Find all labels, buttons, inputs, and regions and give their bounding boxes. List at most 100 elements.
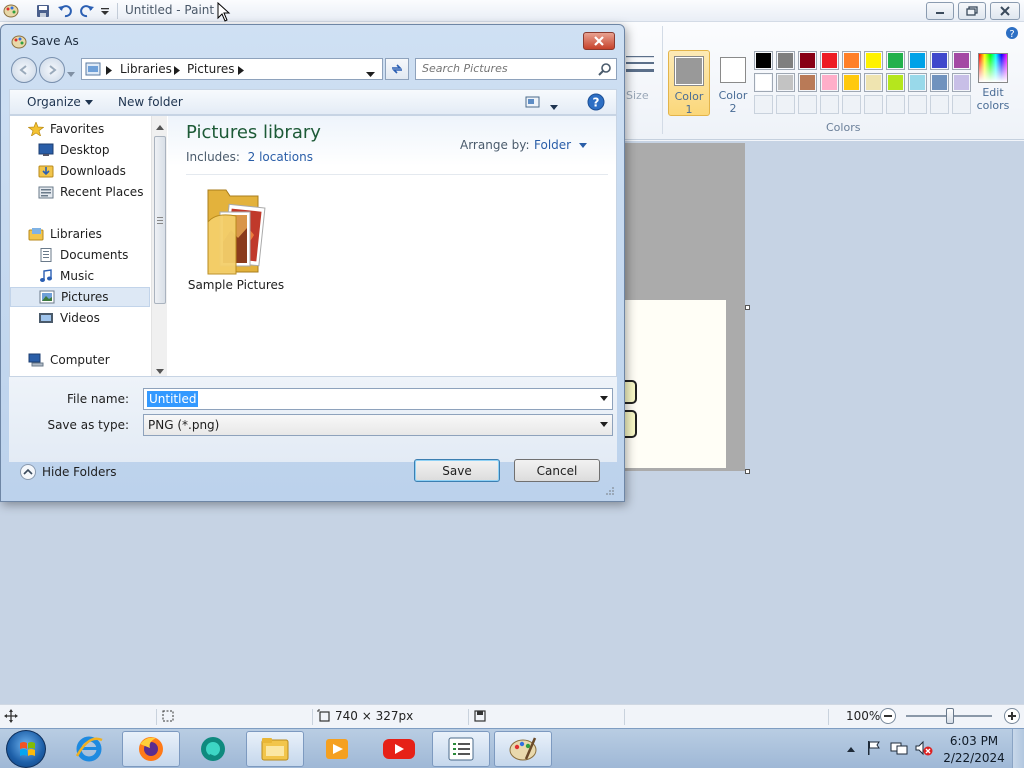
palette-swatch-empty[interactable] [776, 95, 795, 114]
file-name-input[interactable]: Untitled [147, 391, 199, 407]
taskbar-media-player[interactable] [308, 731, 366, 767]
show-desktop-button[interactable] [1012, 729, 1024, 768]
palette-swatch[interactable] [820, 51, 839, 70]
palette-swatch[interactable] [776, 73, 795, 92]
clock-date[interactable]: 2/22/2024 [940, 751, 1008, 765]
breadcrumb-chevron-icon[interactable] [238, 64, 244, 78]
nav-documents[interactable]: Documents [10, 245, 150, 265]
palette-swatch[interactable] [908, 51, 927, 70]
palette-swatch[interactable] [776, 51, 795, 70]
file-name-combobox[interactable]: Untitled [143, 388, 613, 410]
resize-handle-right[interactable] [745, 305, 750, 310]
nav-libraries[interactable]: Libraries [10, 224, 150, 244]
help-icon[interactable]: ? [587, 93, 605, 114]
palette-swatch[interactable] [820, 73, 839, 92]
resize-grip-icon[interactable] [605, 485, 615, 499]
color2-button[interactable]: Color 2 [712, 50, 754, 116]
taskbar-paint[interactable] [494, 731, 552, 767]
palette-swatch-empty[interactable] [864, 95, 883, 114]
refresh-button[interactable] [385, 58, 409, 80]
action-center-flag-icon[interactable] [866, 740, 882, 759]
file-name-dropdown-icon[interactable] [600, 396, 608, 401]
scroll-down-arrow-icon[interactable] [156, 364, 164, 378]
network-icon[interactable] [890, 740, 908, 759]
palette-swatch-empty[interactable] [798, 95, 817, 114]
palette-swatch-empty[interactable] [754, 95, 773, 114]
search-icon[interactable] [598, 62, 612, 79]
search-box[interactable] [415, 58, 617, 80]
taskbar-youtube[interactable] [370, 731, 428, 767]
palette-swatch[interactable] [754, 73, 773, 92]
folder-item[interactable]: Sample Pictures [186, 180, 286, 300]
palette-swatch[interactable] [930, 51, 949, 70]
palette-swatch-empty[interactable] [952, 95, 971, 114]
palette-swatch-empty[interactable] [820, 95, 839, 114]
save-as-type-select[interactable]: PNG (*.png) [143, 414, 613, 436]
clock-time[interactable]: 6:03 PM [940, 734, 1008, 748]
hide-folders-button[interactable]: Hide Folders [19, 463, 117, 481]
back-button[interactable] [11, 57, 37, 83]
restore-button[interactable] [958, 2, 986, 20]
zoom-in-button[interactable] [1004, 708, 1020, 724]
breadcrumb-chevron-icon[interactable] [174, 64, 180, 78]
address-dropdown-icon[interactable] [366, 67, 375, 81]
palette-swatch[interactable] [908, 73, 927, 92]
taskbar-firefox[interactable] [122, 731, 180, 767]
zoom-slider-thumb[interactable] [946, 708, 954, 724]
palette-swatch[interactable] [952, 73, 971, 92]
color1-button[interactable]: Color 1 [668, 50, 710, 116]
cancel-button[interactable]: Cancel [514, 459, 600, 482]
nav-videos[interactable]: Videos [10, 308, 150, 328]
dialog-close-button[interactable] [583, 32, 615, 50]
size-icon[interactable] [624, 52, 656, 80]
nav-pictures[interactable]: Pictures [10, 287, 150, 307]
arrange-by-dropdown[interactable]: Folder [534, 138, 587, 152]
taskbar-messenger[interactable] [184, 731, 242, 767]
new-folder-button[interactable]: New folder [118, 95, 183, 109]
minimize-button[interactable] [926, 2, 954, 20]
breadcrumb-libraries[interactable]: Libraries [120, 62, 172, 76]
scroll-up-arrow-icon[interactable] [156, 120, 164, 134]
scrollbar-thumb[interactable] [154, 136, 166, 304]
canvas-image-white[interactable] [625, 300, 726, 468]
palette-swatch[interactable] [864, 51, 883, 70]
address-bar[interactable]: Libraries Pictures [81, 58, 383, 80]
nav-favorites[interactable]: Favorites [10, 119, 150, 139]
redo-icon[interactable] [78, 2, 96, 20]
zoom-out-button[interactable] [880, 708, 896, 724]
forward-button[interactable] [39, 57, 65, 83]
help-icon[interactable]: ? [1005, 26, 1019, 43]
undo-icon[interactable] [56, 2, 74, 20]
nav-downloads[interactable]: Downloads [10, 161, 150, 181]
save-as-type-dropdown-icon[interactable] [600, 422, 608, 427]
show-hidden-icons-button[interactable] [846, 742, 856, 756]
nav-desktop[interactable]: Desktop [10, 140, 150, 160]
taskbar-file-explorer[interactable] [246, 731, 304, 767]
organize-button[interactable]: Organize [27, 95, 93, 109]
palette-swatch[interactable] [754, 51, 773, 70]
nav-music[interactable]: Music [10, 266, 150, 286]
customize-toolbar-icon[interactable] [96, 2, 114, 20]
palette-swatch[interactable] [864, 73, 883, 92]
includes-locations-link[interactable]: 2 locations [248, 150, 313, 164]
palette-swatch[interactable] [952, 51, 971, 70]
nav-recent-places[interactable]: Recent Places [10, 182, 150, 202]
palette-swatch[interactable] [798, 73, 817, 92]
volume-muted-icon[interactable] [914, 740, 934, 759]
breadcrumb-pictures[interactable]: Pictures [187, 62, 235, 76]
palette-swatch-empty[interactable] [930, 95, 949, 114]
save-icon[interactable] [34, 2, 52, 20]
recent-locations-dropdown[interactable] [67, 67, 75, 81]
palette-swatch-empty[interactable] [886, 95, 905, 114]
view-options-dropdown[interactable] [550, 100, 558, 114]
close-window-button[interactable] [990, 2, 1020, 20]
start-button[interactable] [6, 730, 46, 768]
resize-handle-corner[interactable] [745, 469, 750, 474]
palette-swatch[interactable] [842, 51, 861, 70]
palette-swatch[interactable] [842, 73, 861, 92]
palette-swatch[interactable] [886, 73, 905, 92]
palette-swatch[interactable] [798, 51, 817, 70]
breadcrumb-chevron-icon[interactable] [106, 64, 112, 78]
paint-app-icon[interactable] [2, 2, 20, 20]
nav-computer[interactable]: Computer [10, 350, 150, 370]
